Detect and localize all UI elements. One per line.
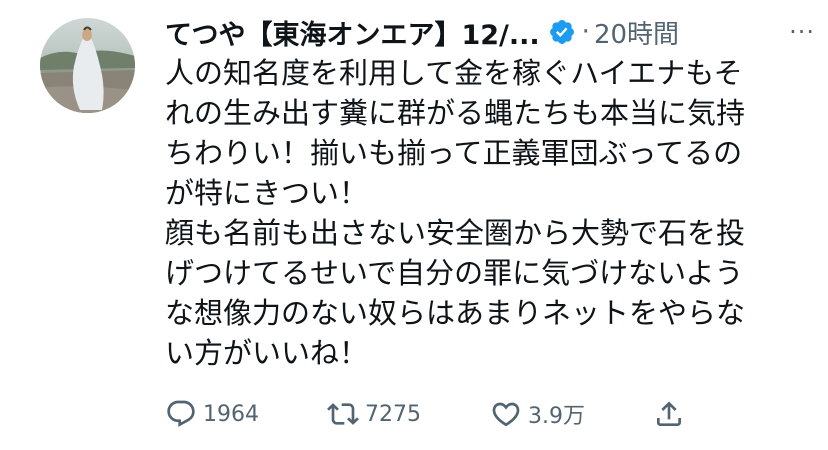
tweet-header: てつや【東海オンエア】12/... · 20時間 ···	[165, 12, 815, 52]
retweet-icon	[327, 398, 359, 430]
like-count: 3.9万	[528, 404, 585, 429]
reply-count: 1964	[203, 401, 259, 427]
tweet-text-line: な想像力のない奴らはあまりネットをやらな	[165, 296, 746, 330]
tweet-text-line: れの生み出す糞に群がる蝿たちも本当に気持	[165, 96, 746, 130]
tweet-timestamp[interactable]: 20時間	[594, 14, 679, 51]
retweet-button[interactable]: 7275	[327, 394, 421, 434]
verified-badge-icon	[548, 18, 576, 46]
reply-button[interactable]: 1964	[165, 394, 259, 434]
tweet-text-line: が特にきつい！	[165, 176, 369, 210]
tweet-text-line: ちわりい！揃いも揃って正義軍団ぶってるの	[165, 136, 743, 170]
like-button[interactable]: 3.9万	[490, 394, 585, 434]
reply-icon	[165, 398, 197, 430]
avatar[interactable]	[40, 18, 135, 113]
heart-icon	[490, 398, 522, 430]
share-icon	[653, 398, 685, 430]
tweet-text-line: 人の知名度を利用して金を稼ぐハイエナもそ	[165, 56, 743, 90]
share-button[interactable]	[653, 394, 685, 434]
tweet-text-line: げつけてるせいで自分の罪に気づけないよう	[165, 256, 744, 290]
header-separator: ·	[581, 17, 590, 47]
tweet: てつや【東海オンエア】12/... · 20時間 ··· 人の知名度を利用して金…	[0, 0, 828, 450]
tweet-text: 人の知名度を利用して金を稼ぐハイエナもそ れの生み出す糞に群がる蝿たちも本当に気…	[165, 53, 820, 373]
more-icon[interactable]: ···	[789, 12, 815, 52]
tweet-actions: 1964 7275 3.9万	[165, 394, 725, 434]
tweet-text-line: 顔も名前も出さない安全圏から大勢で石を投	[165, 216, 746, 250]
tweet-text-line: い方がいいね！	[165, 336, 369, 370]
retweet-count: 7275	[365, 401, 421, 427]
author-name[interactable]: てつや【東海オンエア】12/...	[165, 13, 540, 52]
